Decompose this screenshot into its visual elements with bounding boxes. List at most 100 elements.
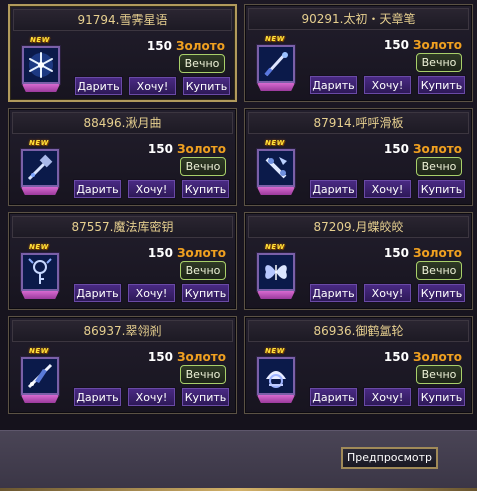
new-badge: NEW	[30, 36, 50, 44]
item-title: 91794.雪霁星语	[13, 9, 232, 31]
buy-button[interactable]: Купить	[417, 75, 466, 95]
price-currency: Золото	[176, 246, 226, 260]
item-title: 90291.太初・天章笔	[248, 8, 469, 30]
wishlist-button[interactable]: Хочу!	[363, 179, 412, 199]
buy-button[interactable]: Купить	[182, 76, 231, 96]
item-icon-frame[interactable]	[257, 253, 295, 291]
duration-badge[interactable]: Вечно	[179, 54, 225, 73]
item-icon-frame[interactable]	[257, 45, 295, 83]
shop-item-card[interactable]: 91794.雪霁星语 NEW 150 Золото Вечно Дарить Хочу! Ку…	[8, 4, 237, 102]
wishlist-button[interactable]: Хочу!	[363, 387, 412, 407]
item-icon-frame[interactable]	[22, 46, 60, 84]
duration-badge[interactable]: Вечно	[416, 53, 462, 72]
buy-button[interactable]: Купить	[417, 387, 466, 407]
item-title: 86937.翠翎剎	[12, 320, 233, 342]
price-amount: 150	[147, 246, 173, 260]
celestial-brush-icon	[259, 47, 293, 81]
gift-button[interactable]: Дарить	[73, 283, 122, 303]
gift-button[interactable]: Дарить	[309, 387, 358, 407]
ribbon-decoration	[22, 84, 60, 92]
buy-button[interactable]: Купить	[181, 387, 230, 407]
price-amount: 150	[383, 142, 409, 156]
item-icon-frame[interactable]	[21, 149, 59, 187]
new-badge: NEW	[265, 139, 285, 147]
duration-badge[interactable]: Вечно	[416, 157, 462, 176]
duration-badge[interactable]: Вечно	[416, 261, 462, 280]
crane-wheel-icon	[259, 359, 293, 393]
ribbon-decoration	[257, 187, 295, 195]
new-badge: NEW	[29, 139, 49, 147]
new-badge: NEW	[265, 243, 285, 251]
gift-button[interactable]: Дарить	[73, 387, 122, 407]
wishlist-button[interactable]: Хочу!	[128, 76, 177, 96]
gift-button[interactable]: Дарить	[74, 76, 123, 96]
price-currency: Золото	[412, 142, 462, 156]
wishlist-button[interactable]: Хочу!	[127, 179, 176, 199]
duration-badge[interactable]: Вечно	[180, 157, 226, 176]
gift-button[interactable]: Дарить	[309, 75, 358, 95]
price-amount: 150	[147, 350, 173, 364]
item-title: 87557.魔法库密钥	[12, 216, 233, 238]
shop-item-card[interactable]: 86937.翠翎剎 NEW 150 Золото Вечно Дарить Хочу! Куп…	[8, 316, 237, 414]
item-icon-frame[interactable]	[21, 357, 59, 395]
buy-button[interactable]: Купить	[181, 179, 230, 199]
new-badge: NEW	[265, 347, 285, 355]
shop-item-card[interactable]: 90291.太初・天章笔 NEW 150 Золото Вечно Дарить Хочу!…	[244, 4, 473, 102]
price-currency: Золото	[412, 350, 462, 364]
new-badge: NEW	[29, 347, 49, 355]
price-currency: Золото	[176, 142, 226, 156]
shop-item-card[interactable]: 88496.湫月曲 NEW 150 Золото Вечно Дарить Хочу! Куп…	[8, 108, 237, 206]
moon-song-icon	[23, 151, 57, 185]
price-amount: 150	[146, 39, 172, 53]
price-amount: 150	[147, 142, 173, 156]
price-amount: 150	[383, 38, 409, 52]
price-amount: 150	[383, 246, 409, 260]
wishlist-button[interactable]: Хочу!	[127, 283, 176, 303]
new-badge: NEW	[265, 35, 285, 43]
shop-item-card[interactable]: 87209.月蝶皎皎 NEW 150 Золото Вечно Дарить Хочу! Ку…	[244, 212, 473, 310]
buy-button[interactable]: Купить	[417, 179, 466, 199]
magic-vault-key-icon	[23, 255, 57, 289]
item-grid: 91794.雪霁星语 NEW 150 Золото Вечно Дарить Хочу! Ку…	[8, 4, 474, 414]
item-price: 150 Золото	[148, 142, 226, 156]
ribbon-decoration	[21, 291, 59, 299]
skateboard-icon	[259, 151, 293, 185]
item-price: 150 Золото	[147, 39, 225, 53]
buy-button[interactable]: Купить	[181, 283, 230, 303]
wishlist-button[interactable]: Хочу!	[127, 387, 176, 407]
item-price: 150 Золото	[384, 246, 462, 260]
ribbon-decoration	[21, 395, 59, 403]
item-price: 150 Золото	[384, 38, 462, 52]
item-icon-frame[interactable]	[21, 253, 59, 291]
item-title: 88496.湫月曲	[12, 112, 233, 134]
shop-item-card[interactable]: 86936.御鹤氲轮 NEW 150 Золото Вечно Дарить Хочу! Ку…	[244, 316, 473, 414]
gift-button[interactable]: Дарить	[73, 179, 122, 199]
gift-button[interactable]: Дарить	[309, 283, 358, 303]
preview-button[interactable]: Предпросмотр	[341, 447, 438, 469]
price-currency: Золото	[176, 350, 226, 364]
item-price: 150 Золото	[148, 350, 226, 364]
item-icon-frame[interactable]	[257, 357, 295, 395]
buy-button[interactable]: Купить	[417, 283, 466, 303]
item-title: 87914.呼呼滑板	[248, 112, 469, 134]
item-price: 150 Золото	[384, 142, 462, 156]
shop-item-card[interactable]: 87914.呼呼滑板 NEW 150 Золото Вечно Дарить Хочу! Ку…	[244, 108, 473, 206]
duration-badge[interactable]: Вечно	[180, 365, 226, 384]
price-currency: Золото	[175, 39, 225, 53]
jade-feather-icon	[23, 359, 57, 393]
gift-button[interactable]: Дарить	[309, 179, 358, 199]
moon-butterfly-icon	[259, 255, 293, 289]
wishlist-button[interactable]: Хочу!	[363, 283, 412, 303]
price-amount: 150	[383, 350, 409, 364]
new-badge: NEW	[29, 243, 49, 251]
item-icon-frame[interactable]	[257, 149, 295, 187]
duration-badge[interactable]: Вечно	[416, 365, 462, 384]
ribbon-decoration	[257, 291, 295, 299]
snowflake-star-icon	[24, 48, 58, 82]
wishlist-button[interactable]: Хочу!	[363, 75, 412, 95]
duration-badge[interactable]: Вечно	[180, 261, 226, 280]
shop-item-card[interactable]: 87557.魔法库密钥 NEW 150 Золото Вечно Дарить Хочу! К…	[8, 212, 237, 310]
price-currency: Золото	[412, 38, 462, 52]
ribbon-decoration	[257, 83, 295, 91]
item-title: 87209.月蝶皎皎	[248, 216, 469, 238]
